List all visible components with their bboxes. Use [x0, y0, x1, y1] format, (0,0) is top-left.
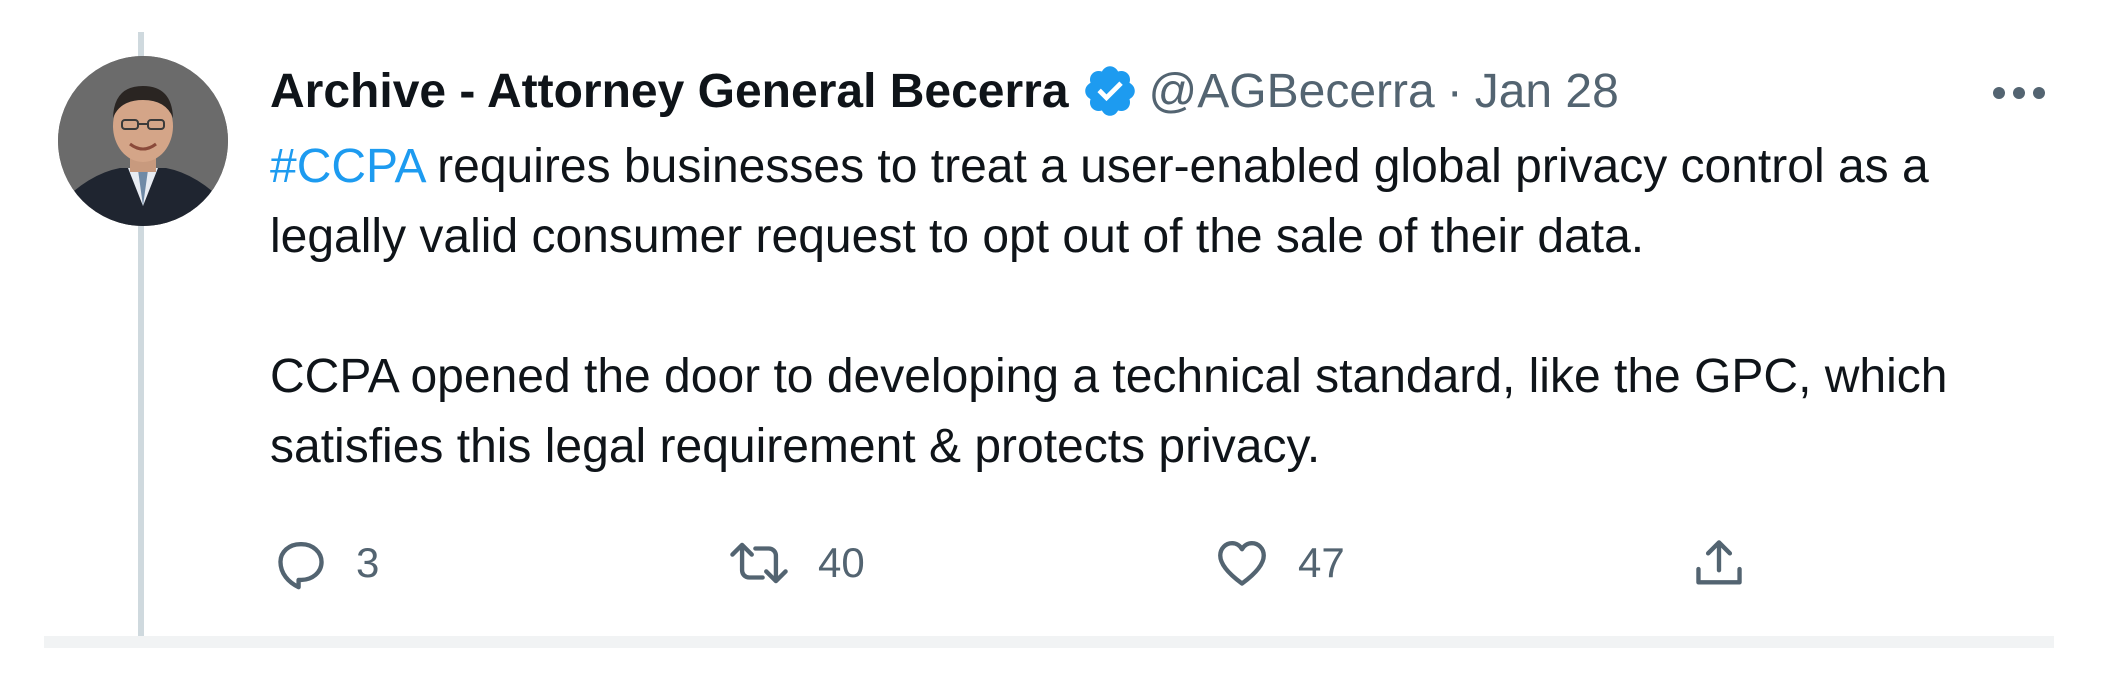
- author-display-name[interactable]: Archive - Attorney General Becerra: [270, 64, 1069, 119]
- hashtag-link[interactable]: #CCPA: [270, 140, 424, 193]
- share-icon: [1696, 540, 1742, 585]
- tweet-paragraph-2: CCPA opened the door to developing a tec…: [270, 350, 1948, 473]
- like-button[interactable]: 47: [1212, 528, 1345, 598]
- tweet-date[interactable]: Jan 28: [1475, 64, 1619, 119]
- retweet-button[interactable]: 40: [726, 528, 865, 598]
- tweet[interactable]: Archive - Attorney General Becerra @AGBe…: [0, 0, 2102, 686]
- reply-button[interactable]: 3: [272, 528, 379, 598]
- profile-photo-icon: [58, 56, 228, 226]
- tweet-paragraph-1: #CCPA requires businesses to treat a use…: [270, 132, 2030, 272]
- avatar[interactable]: [58, 56, 228, 226]
- reply-count: 3: [356, 539, 380, 586]
- like-count: 47: [1298, 539, 1345, 586]
- heart-icon: [1218, 541, 1266, 586]
- reply-icon: [278, 541, 324, 590]
- separator-dot: ·: [1446, 64, 1463, 118]
- retweet-icon: [730, 542, 788, 584]
- author-handle[interactable]: @AGBecerra: [1149, 64, 1435, 119]
- tweet-divider: [44, 636, 2054, 648]
- tweet-text: #CCPA requires businesses to treat a use…: [270, 132, 2030, 482]
- tweet-paragraph-1-text: requires businesses to treat a user-enab…: [270, 140, 1929, 263]
- retweet-count: 40: [818, 539, 865, 586]
- more-horizontal-icon: [1993, 87, 2045, 99]
- more-options-button[interactable]: [1984, 70, 2054, 116]
- tweet-header: Archive - Attorney General Becerra @AGBe…: [270, 60, 1619, 122]
- verified-badge-icon: [1081, 62, 1139, 120]
- share-button[interactable]: [1690, 528, 1748, 598]
